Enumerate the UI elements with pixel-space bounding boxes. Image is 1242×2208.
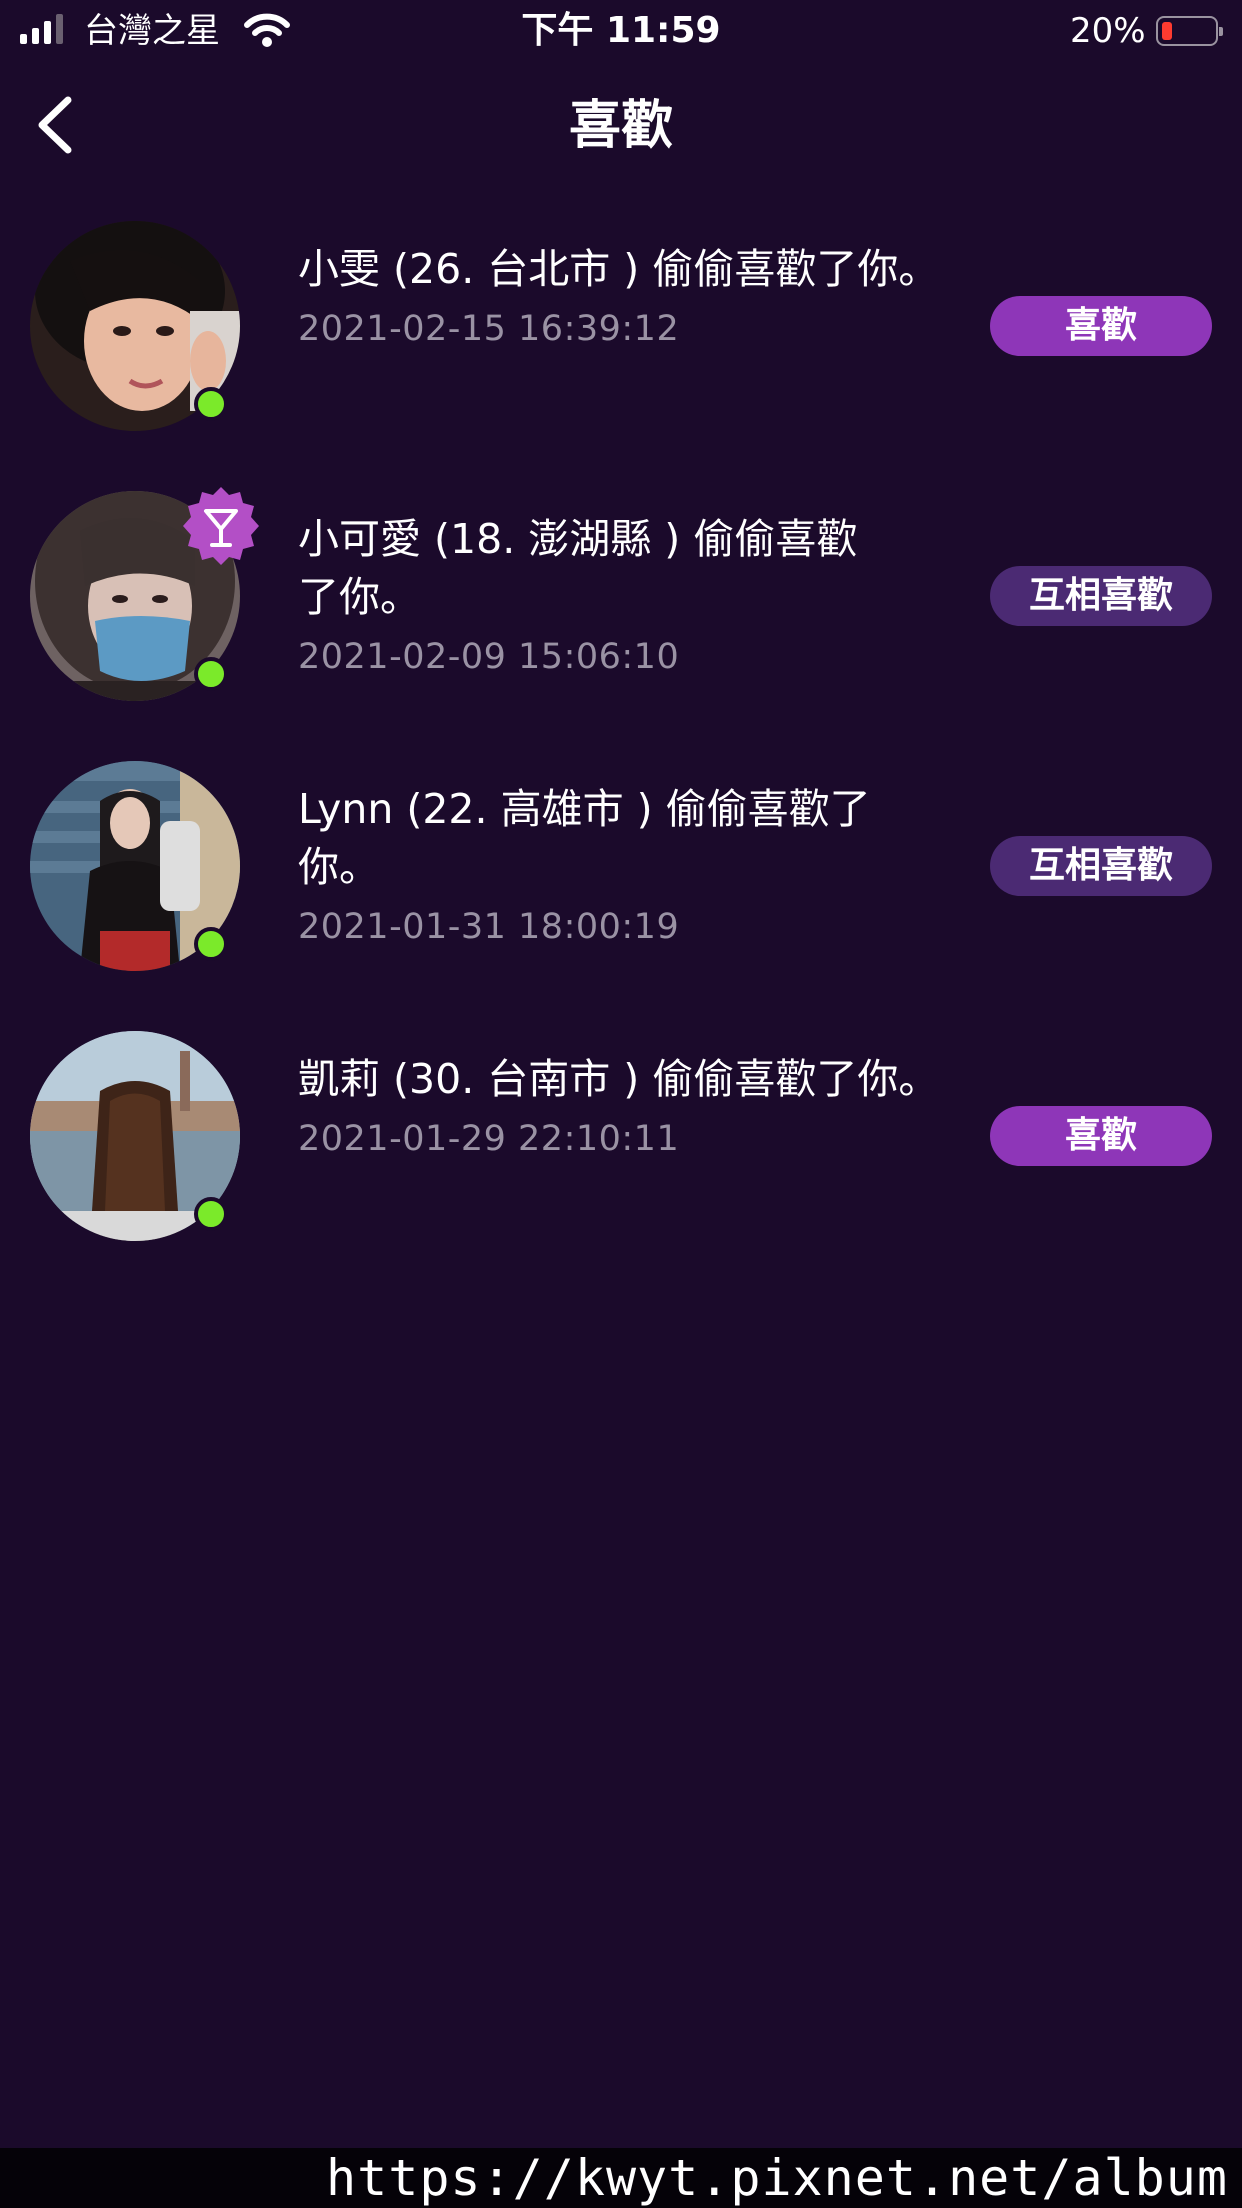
like-message: 小雯 (26. 台北市 ) 偷偷喜歡了你。: [298, 245, 940, 293]
watermark-url: https://kwyt.pixnet.net/album: [326, 2149, 1228, 2207]
like-message: Lynn (22. 高雄市 ) 偷偷喜歡了你。: [298, 785, 871, 891]
like-button[interactable]: 喜歡: [990, 1106, 1212, 1166]
like-timestamp: 2021-02-09 15:06:10: [298, 637, 680, 677]
battery-low-icon: [1156, 16, 1223, 46]
online-status-dot: [194, 657, 228, 691]
list-item[interactable]: 小雯 (26. 台北市 ) 偷偷喜歡了你。 2021-02-15 16:39:1…: [0, 200, 1242, 470]
online-status-dot: [194, 927, 228, 961]
list-item[interactable]: Lynn (22. 高雄市 ) 偷偷喜歡了你。 2021-01-31 18:00…: [0, 740, 1242, 1010]
like-info: 小雯 (26. 台北市 ) 偷偷喜歡了你。 2021-02-15 16:39:1…: [298, 240, 958, 354]
like-timestamp: 2021-01-29 22:10:11: [298, 1119, 680, 1159]
like-info: Lynn (22. 高雄市 ) 偷偷喜歡了你。 2021-01-31 18:00…: [298, 780, 878, 952]
avatar-container[interactable]: [30, 761, 240, 971]
avatar-container[interactable]: [30, 1031, 240, 1241]
mutual-like-button[interactable]: 互相喜歡: [990, 566, 1212, 626]
like-timestamp: 2021-01-31 18:00:19: [298, 907, 680, 947]
like-button[interactable]: 喜歡: [990, 296, 1212, 356]
page-title: 喜歡: [568, 96, 673, 156]
like-message: 凱莉 (30. 台南市 ) 偷偷喜歡了你。: [298, 1055, 940, 1103]
list-item[interactable]: 小可愛 (18. 澎湖縣 ) 偷偷喜歡了你。 2021-02-09 15:06:…: [0, 470, 1242, 740]
like-info: 凱莉 (30. 台南市 ) 偷偷喜歡了你。 2021-01-29 22:10:1…: [298, 1050, 958, 1164]
status-time: 下午 11:59: [521, 10, 721, 51]
like-timestamp: 2021-02-15 16:39:12: [298, 309, 680, 349]
avatar-container[interactable]: [30, 221, 240, 431]
like-message: 小可愛 (18. 澎湖縣 ) 偷偷喜歡了你。: [298, 515, 858, 621]
battery-percentage: 20%: [1070, 11, 1146, 51]
avatar-container[interactable]: [30, 487, 259, 701]
list-item[interactable]: 凱莉 (30. 台南市 ) 偷偷喜歡了你。 2021-01-29 22:10:1…: [0, 1010, 1242, 1280]
cocktail-badge-icon: [183, 487, 259, 565]
status-bar: 台灣之星 下午 11:59 20%: [0, 0, 1242, 62]
mutual-like-button[interactable]: 互相喜歡: [990, 836, 1212, 896]
like-info: 小可愛 (18. 澎湖縣 ) 偷偷喜歡了你。 2021-02-09 15:06:…: [298, 510, 878, 682]
online-status-dot: [194, 387, 228, 421]
online-status-dot: [194, 1197, 228, 1231]
watermark-bar: https://kwyt.pixnet.net/album: [0, 2148, 1242, 2208]
nav-bar: 喜歡: [0, 80, 1242, 170]
